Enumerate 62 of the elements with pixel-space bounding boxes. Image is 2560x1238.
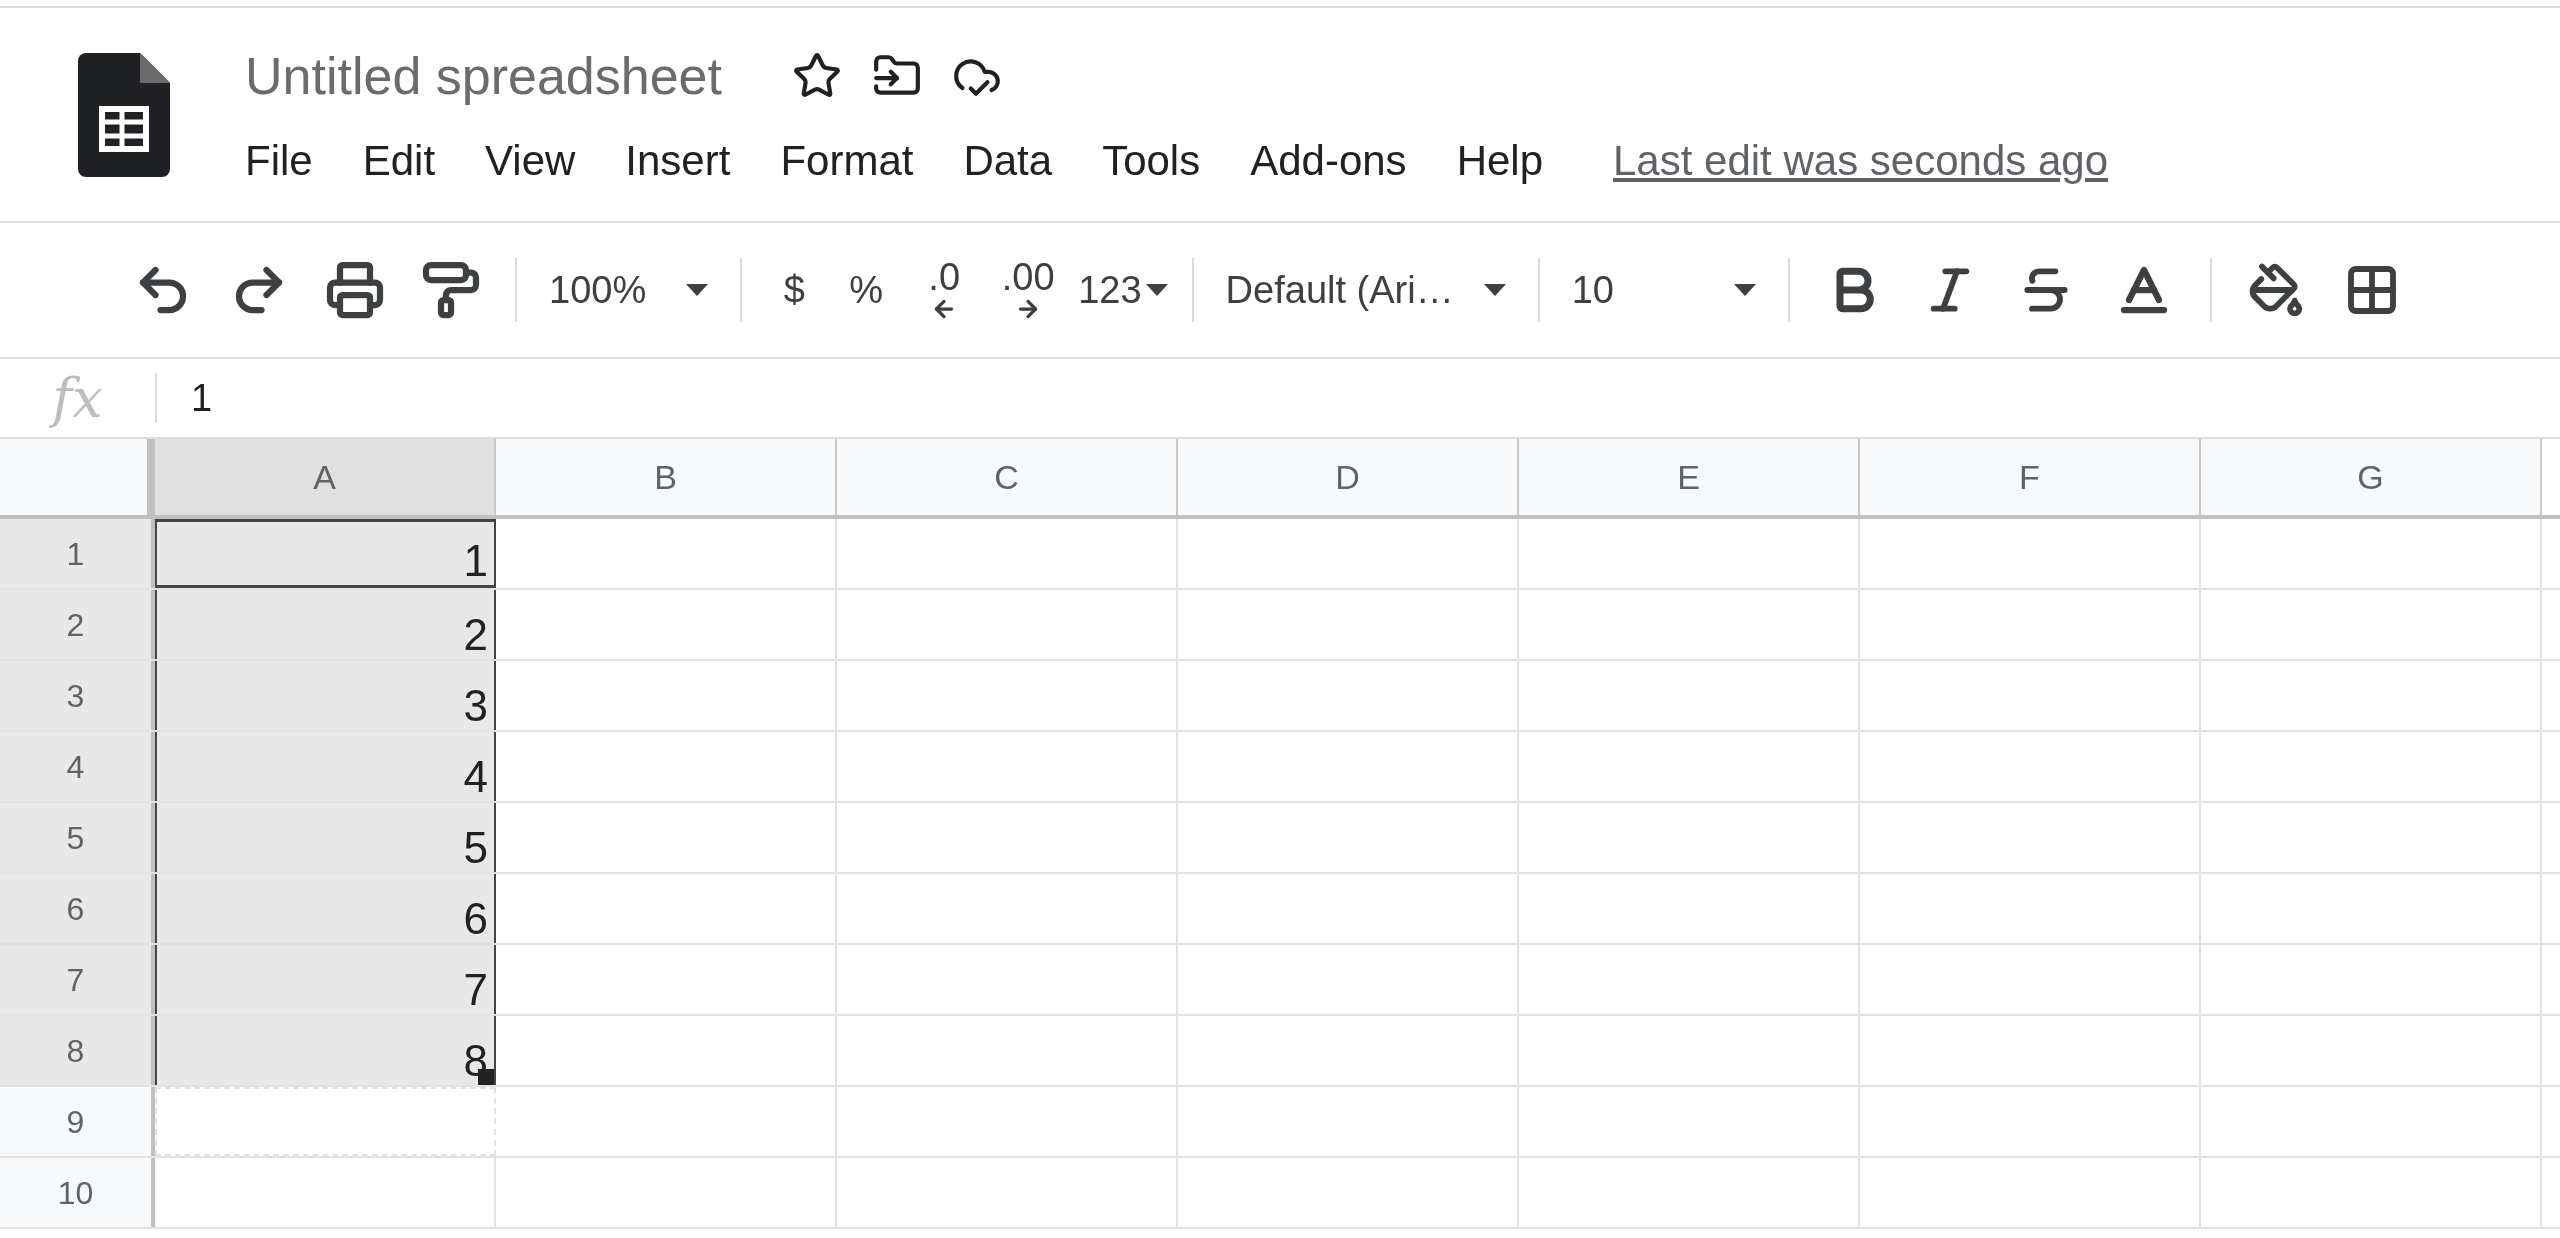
cell-value: 3 <box>463 684 488 728</box>
menu-item[interactable]: Insert <box>625 129 731 192</box>
percent-button[interactable]: % <box>830 254 903 326</box>
menu-item[interactable]: Data <box>963 129 1053 192</box>
caret-icon <box>686 284 709 296</box>
spreadsheet-logo-icon[interactable] <box>78 52 170 177</box>
cell-value: 2 <box>463 613 488 657</box>
column-header[interactable]: C <box>837 439 1178 515</box>
paint-format-icon[interactable] <box>421 260 481 320</box>
table-cell[interactable]: 6 <box>155 874 496 943</box>
menu-item[interactable]: Edit <box>362 129 436 192</box>
row-header[interactable]: 2 <box>0 590 155 659</box>
column-header[interactable]: D <box>1178 439 1519 515</box>
row-header[interactable]: 9 <box>0 1087 155 1156</box>
menu-item[interactable]: Help <box>1456 129 1543 192</box>
decrease-decimals-button[interactable]: .0 <box>902 258 987 322</box>
column-header[interactable]: G <box>2201 439 2542 515</box>
corner-cell[interactable] <box>0 439 155 515</box>
row-header[interactable]: 7 <box>0 945 155 1014</box>
row-header[interactable]: 5 <box>0 803 155 872</box>
column-header[interactable]: A <box>155 439 496 515</box>
column-header[interactable]: F <box>1860 439 2201 515</box>
fill-color-icon[interactable] <box>2247 262 2304 318</box>
formula-field[interactable]: 1 <box>191 369 2560 427</box>
currency-button[interactable]: $ <box>758 254 831 326</box>
menu-item[interactable]: Format <box>780 129 914 192</box>
column-header[interactable]: E <box>1519 439 1860 515</box>
cell-value: 1 <box>463 539 488 583</box>
cell-value: 7 <box>463 968 488 1012</box>
caret-icon <box>1145 284 1168 296</box>
last-edit-link[interactable]: Last edit was seconds ago <box>1613 129 2108 192</box>
table-cell[interactable]: 3 <box>155 661 496 730</box>
table-cell[interactable]: 1 <box>155 519 496 588</box>
table-cell[interactable]: 7 <box>155 945 496 1014</box>
fx-label: fx <box>0 357 155 439</box>
row-header[interactable]: 10 <box>0 1158 155 1227</box>
menu-item[interactable]: Tools <box>1102 129 1201 192</box>
print-icon[interactable] <box>325 260 385 320</box>
cell-value: 4 <box>463 755 488 799</box>
table-cell[interactable]: 5 <box>155 803 496 872</box>
cell-value: 5 <box>463 826 488 870</box>
row-header[interactable]: 3 <box>0 661 155 730</box>
number-format-dropdown[interactable]: 123 <box>1070 261 1176 319</box>
caret-icon <box>1483 284 1506 296</box>
increase-decimals-button[interactable]: .00 <box>986 258 1071 322</box>
table-cell[interactable]: 4 <box>155 732 496 801</box>
table-cell[interactable]: 2 <box>155 590 496 659</box>
caret-icon <box>1733 284 1756 296</box>
font-size-dropdown[interactable]: 10 <box>1555 261 1772 319</box>
cell-value: 6 <box>463 897 488 941</box>
table-cell[interactable] <box>155 1087 496 1156</box>
column-header[interactable]: B <box>496 439 837 515</box>
document-title[interactable]: Untitled spreadsheet <box>245 37 722 115</box>
font-dropdown[interactable]: Default (Ari… <box>1209 261 1522 319</box>
row-header[interactable]: 4 <box>0 732 155 801</box>
menu-item[interactable]: Add-ons <box>1250 129 1407 192</box>
row-header[interactable]: 8 <box>0 1016 155 1085</box>
zoom-dropdown[interactable]: 100% <box>533 261 725 319</box>
row-header[interactable]: 6 <box>0 874 155 943</box>
menu-item[interactable]: View <box>485 129 576 192</box>
menu-item[interactable]: File <box>245 129 313 192</box>
row-header[interactable]: 1 <box>0 519 155 588</box>
